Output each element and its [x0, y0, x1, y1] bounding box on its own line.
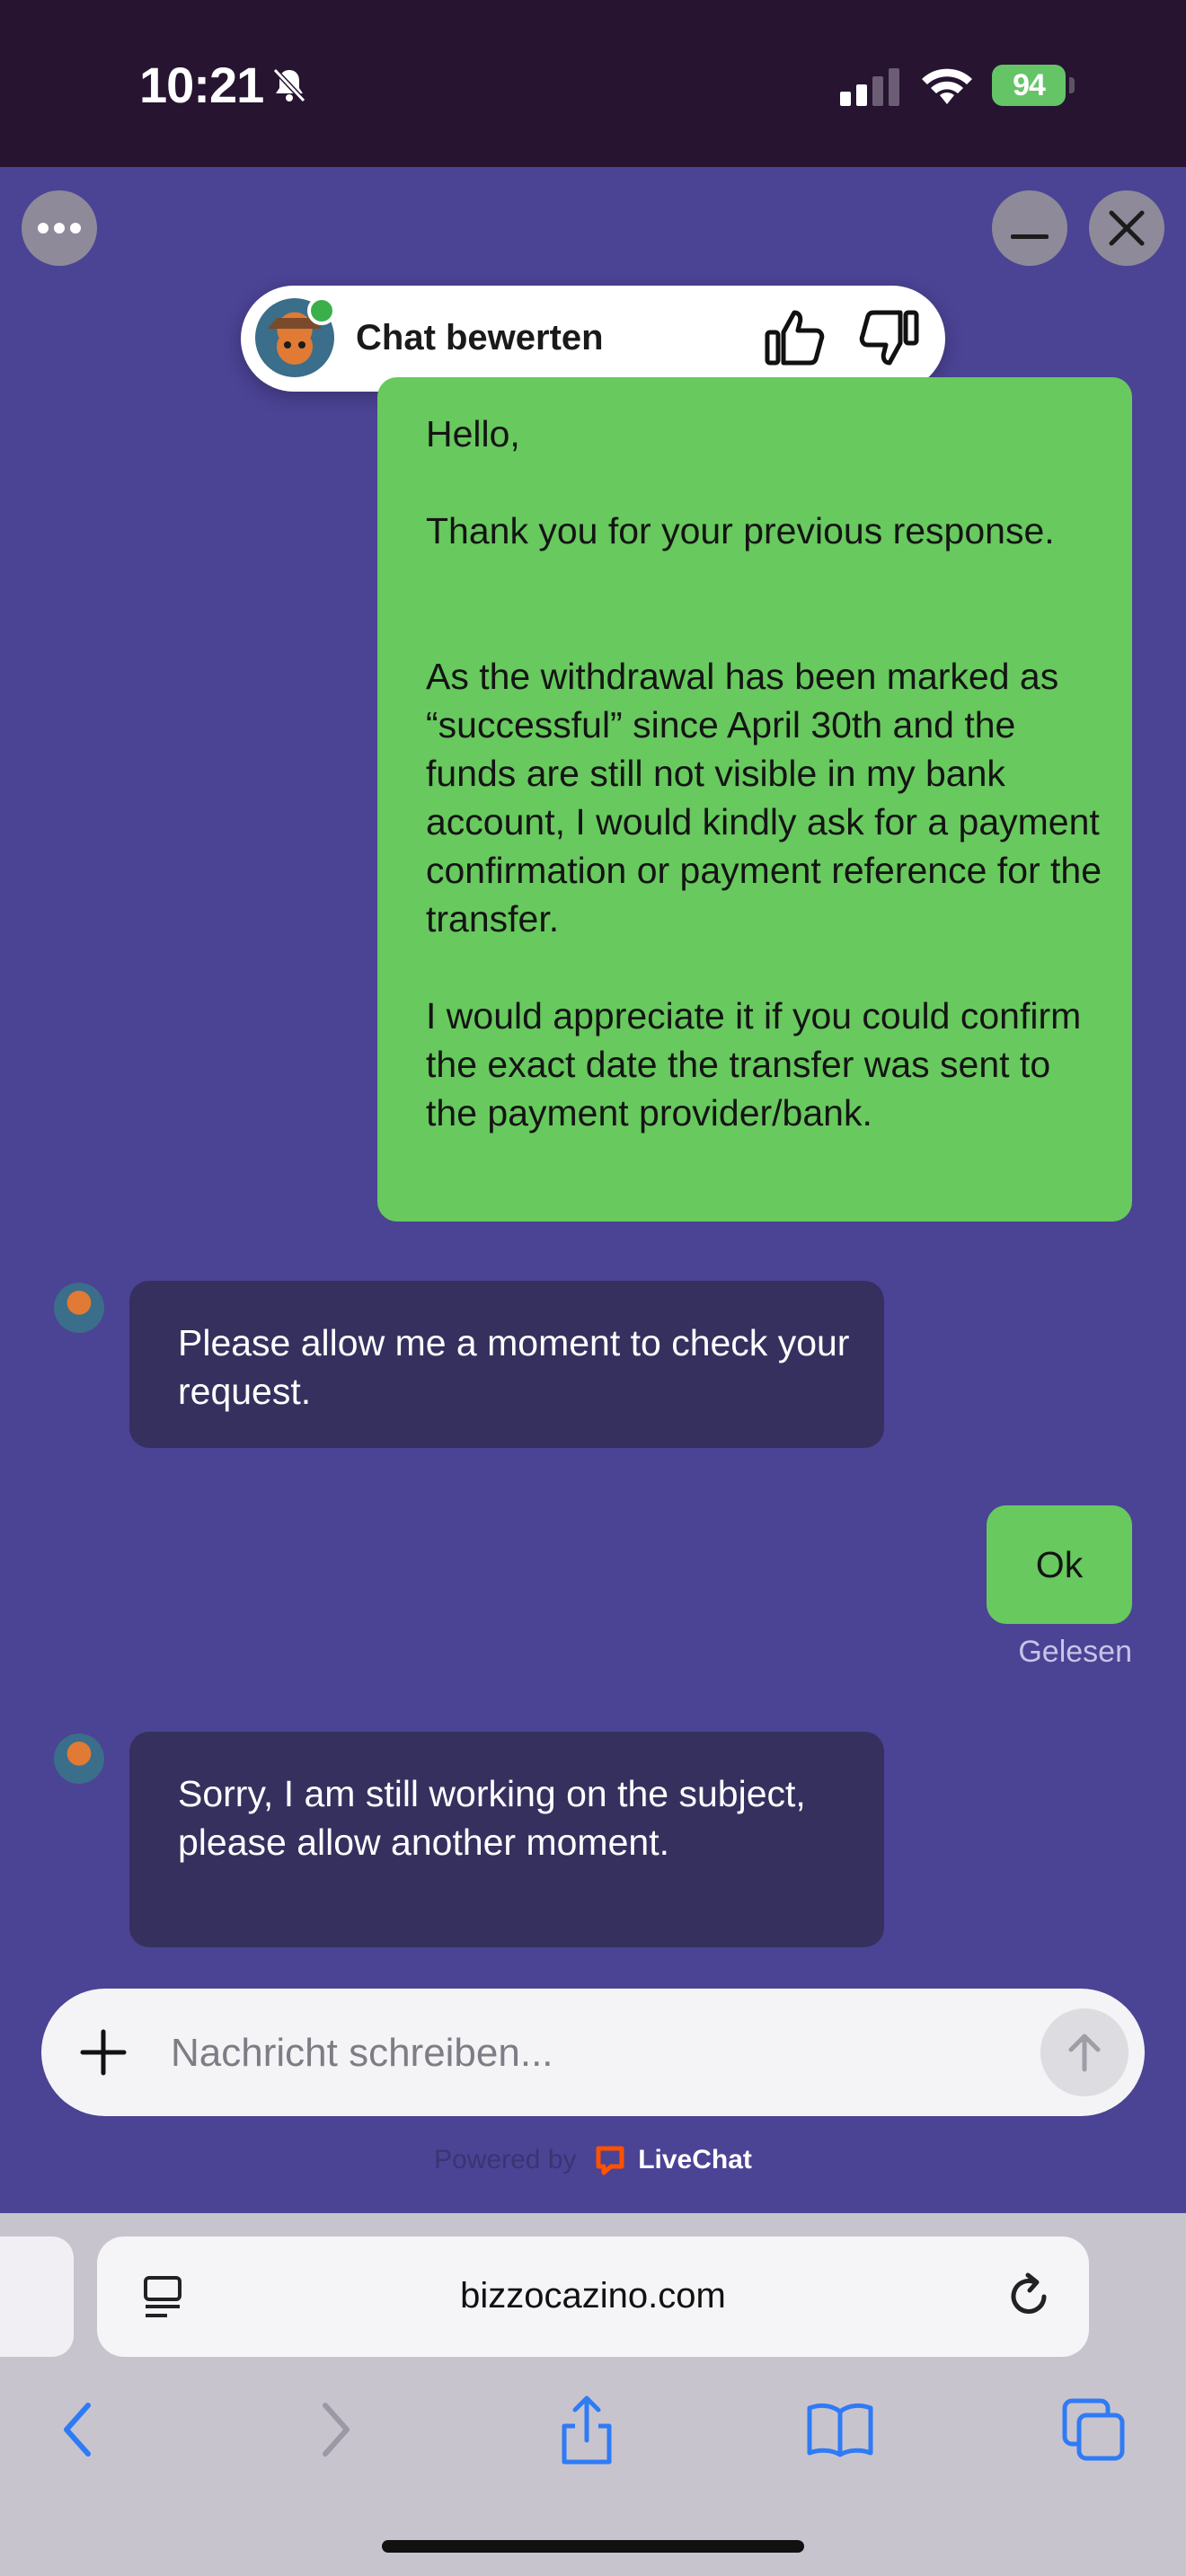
battery-level: 94 — [1013, 67, 1046, 102]
forward-button[interactable] — [295, 2389, 376, 2470]
user-message-bubble: Hello, Thank you for your previous respo… — [377, 377, 1132, 1222]
agent-message-bubble: Please allow me a moment to check your r… — [129, 1281, 884, 1448]
bookmarks-button[interactable] — [800, 2389, 881, 2470]
url-text: bizzocazino.com — [460, 2276, 726, 2316]
reload-icon[interactable] — [1003, 2271, 1055, 2323]
close-button[interactable] — [1089, 190, 1164, 266]
signal-icon — [840, 68, 899, 106]
status-bar: 10:21 94 — [0, 0, 1186, 167]
send-arrow-icon — [1068, 2033, 1101, 2072]
agent-avatar — [54, 1283, 104, 1333]
thumbs-down-icon[interactable] — [857, 305, 922, 370]
agent-message-bubble: Sorry, I am still working on the subject… — [129, 1732, 884, 1947]
agent-avatar — [54, 1734, 104, 1784]
forward-icon — [323, 2403, 350, 2457]
previous-tab-preview[interactable] — [0, 2236, 74, 2357]
message-paragraph: As the withdrawal has been marked as “su… — [426, 656, 1102, 940]
minimize-button[interactable] — [992, 190, 1067, 266]
powered-by-footer[interactable]: Powered by LiveChat — [0, 2145, 1186, 2175]
thumbs-up-icon[interactable] — [762, 305, 827, 370]
message-text: Ok — [1035, 1544, 1084, 1585]
message-text: Please allow me a moment to check your r… — [178, 1322, 850, 1412]
message-paragraph: Thank you for your previous response. — [426, 510, 1055, 551]
share-icon — [562, 2395, 612, 2465]
rate-chat-label: Chat bewerten — [356, 318, 604, 357]
back-icon — [64, 2403, 91, 2457]
user-message-bubble: Ok — [987, 1505, 1132, 1624]
bookmarks-icon — [807, 2403, 873, 2457]
read-receipt: Gelesen — [1018, 1635, 1132, 1669]
powered-by-label: Powered by — [434, 2145, 577, 2175]
battery-cap — [1069, 77, 1075, 93]
send-button[interactable] — [1040, 2008, 1128, 2096]
browser-nav-bar — [0, 2389, 1186, 2470]
minimize-icon — [1011, 234, 1049, 239]
livechat-logo-icon — [596, 2146, 624, 2175]
close-icon — [1109, 210, 1145, 246]
battery-charging-icon: 94 — [992, 65, 1066, 106]
status-time: 10:21 — [139, 57, 264, 113]
message-composer — [41, 1989, 1145, 2116]
bell-slash-icon — [272, 67, 306, 103]
tabs-icon — [1062, 2398, 1125, 2461]
back-button[interactable] — [38, 2389, 119, 2470]
wifi-icon — [922, 68, 972, 104]
message-text: Sorry, I am still working on the subject… — [178, 1773, 806, 1863]
more-options-button[interactable] — [22, 190, 97, 266]
rate-chat-bar: Chat bewerten — [241, 286, 945, 392]
online-status-dot — [307, 296, 336, 325]
message-paragraph: I would appreciate it if you could confi… — [426, 995, 1082, 1134]
share-button[interactable] — [546, 2389, 627, 2470]
message-paragraph: Hello, — [426, 413, 520, 454]
home-indicator — [382, 2540, 804, 2553]
livechat-brand: LiveChat — [638, 2145, 752, 2175]
address-bar[interactable]: bizzocazino.com — [97, 2236, 1089, 2357]
plus-icon[interactable] — [75, 2025, 131, 2080]
message-input[interactable] — [169, 2019, 873, 2087]
more-icon — [38, 223, 81, 234]
tabs-button[interactable] — [1053, 2389, 1134, 2470]
